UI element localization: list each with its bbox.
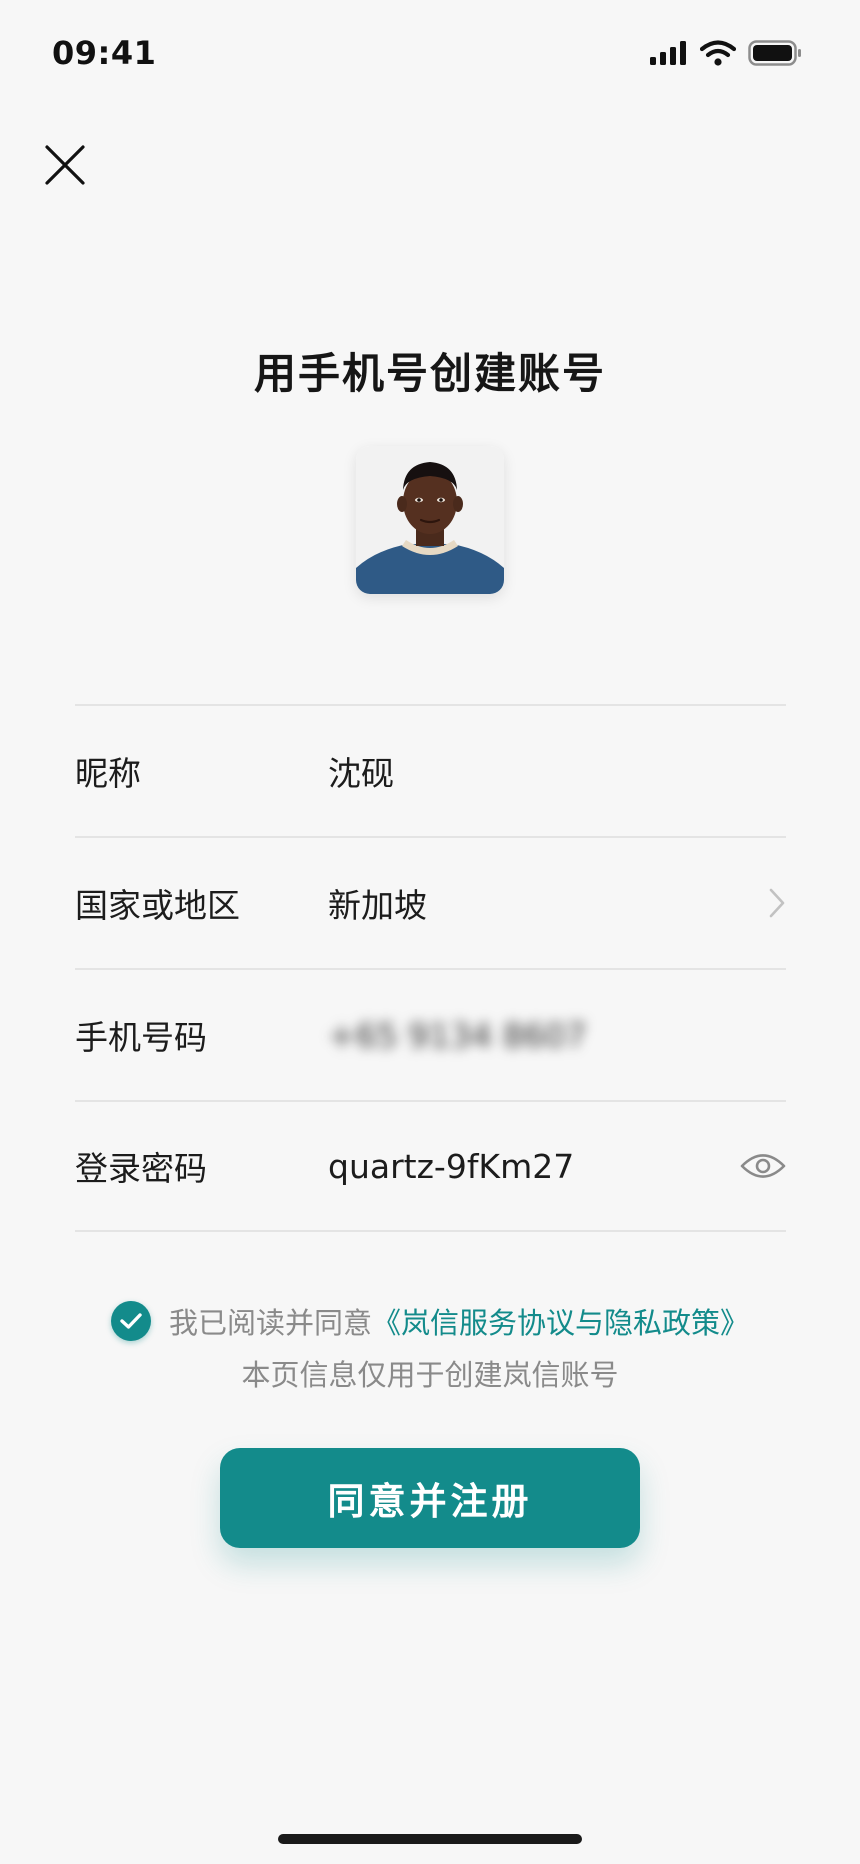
agreement-link[interactable]: 《岚信服务协议与隐私政策》 [372, 1300, 749, 1342]
agreement-note: 本页信息仅用于创建岚信账号 [241, 1358, 619, 1392]
phone-row[interactable]: 手机号码 +65 9134 8607 [75, 968, 786, 1100]
phone-label: 手机号码 [75, 1018, 207, 1057]
page-title: 用手机号创建账号 [253, 349, 606, 398]
status-time: 09:41 [52, 34, 157, 72]
register-screen: 09:41 用手机号创建账号 昵称 沈砚 国家或地区 新加坡 手机号码 +65 … [0, 0, 860, 1864]
status-icons [650, 40, 802, 66]
password-visibility-toggle[interactable] [740, 1151, 786, 1181]
avatar[interactable] [356, 446, 504, 594]
password-label: 登录密码 [75, 1149, 207, 1188]
close-button[interactable] [38, 138, 92, 192]
battery-icon [748, 40, 801, 66]
nickname-field[interactable]: 沈砚 [328, 747, 394, 795]
password-row[interactable]: 登录密码 quartz-9fKm27 [75, 1100, 786, 1232]
region-row[interactable]: 国家或地区 新加坡 [75, 836, 786, 968]
region-chevron[interactable] [768, 887, 786, 919]
registration-form: 昵称 沈砚 国家或地区 新加坡 手机号码 +65 9134 8607 登录密码 … [75, 704, 786, 1232]
wifi-icon [700, 40, 736, 66]
agreement-checkbox[interactable] [110, 1301, 151, 1341]
agreement-line: 我已阅读并同意 《岚信服务协议与隐私政策》 [0, 1300, 860, 1342]
phone-field[interactable]: +65 9134 8607 [328, 1016, 587, 1055]
home-indicator [278, 1834, 582, 1844]
eye-icon [740, 1154, 786, 1178]
close-icon [45, 145, 85, 185]
nickname-label: 昵称 [75, 754, 141, 793]
password-field[interactable]: quartz-9fKm27 [328, 1147, 574, 1186]
nickname-row[interactable]: 昵称 沈砚 [75, 704, 786, 836]
region-label: 国家或地区 [75, 886, 240, 925]
check-icon [120, 1313, 142, 1329]
region-value[interactable]: 新加坡 [328, 879, 427, 927]
chevron-right-icon [769, 888, 785, 918]
signal-icon [650, 41, 686, 65]
avatar-photo [356, 446, 504, 594]
agree-register-button[interactable]: 同意并注册 [220, 1448, 640, 1548]
agreement-prefix: 我已阅读并同意 [168, 1306, 372, 1340]
